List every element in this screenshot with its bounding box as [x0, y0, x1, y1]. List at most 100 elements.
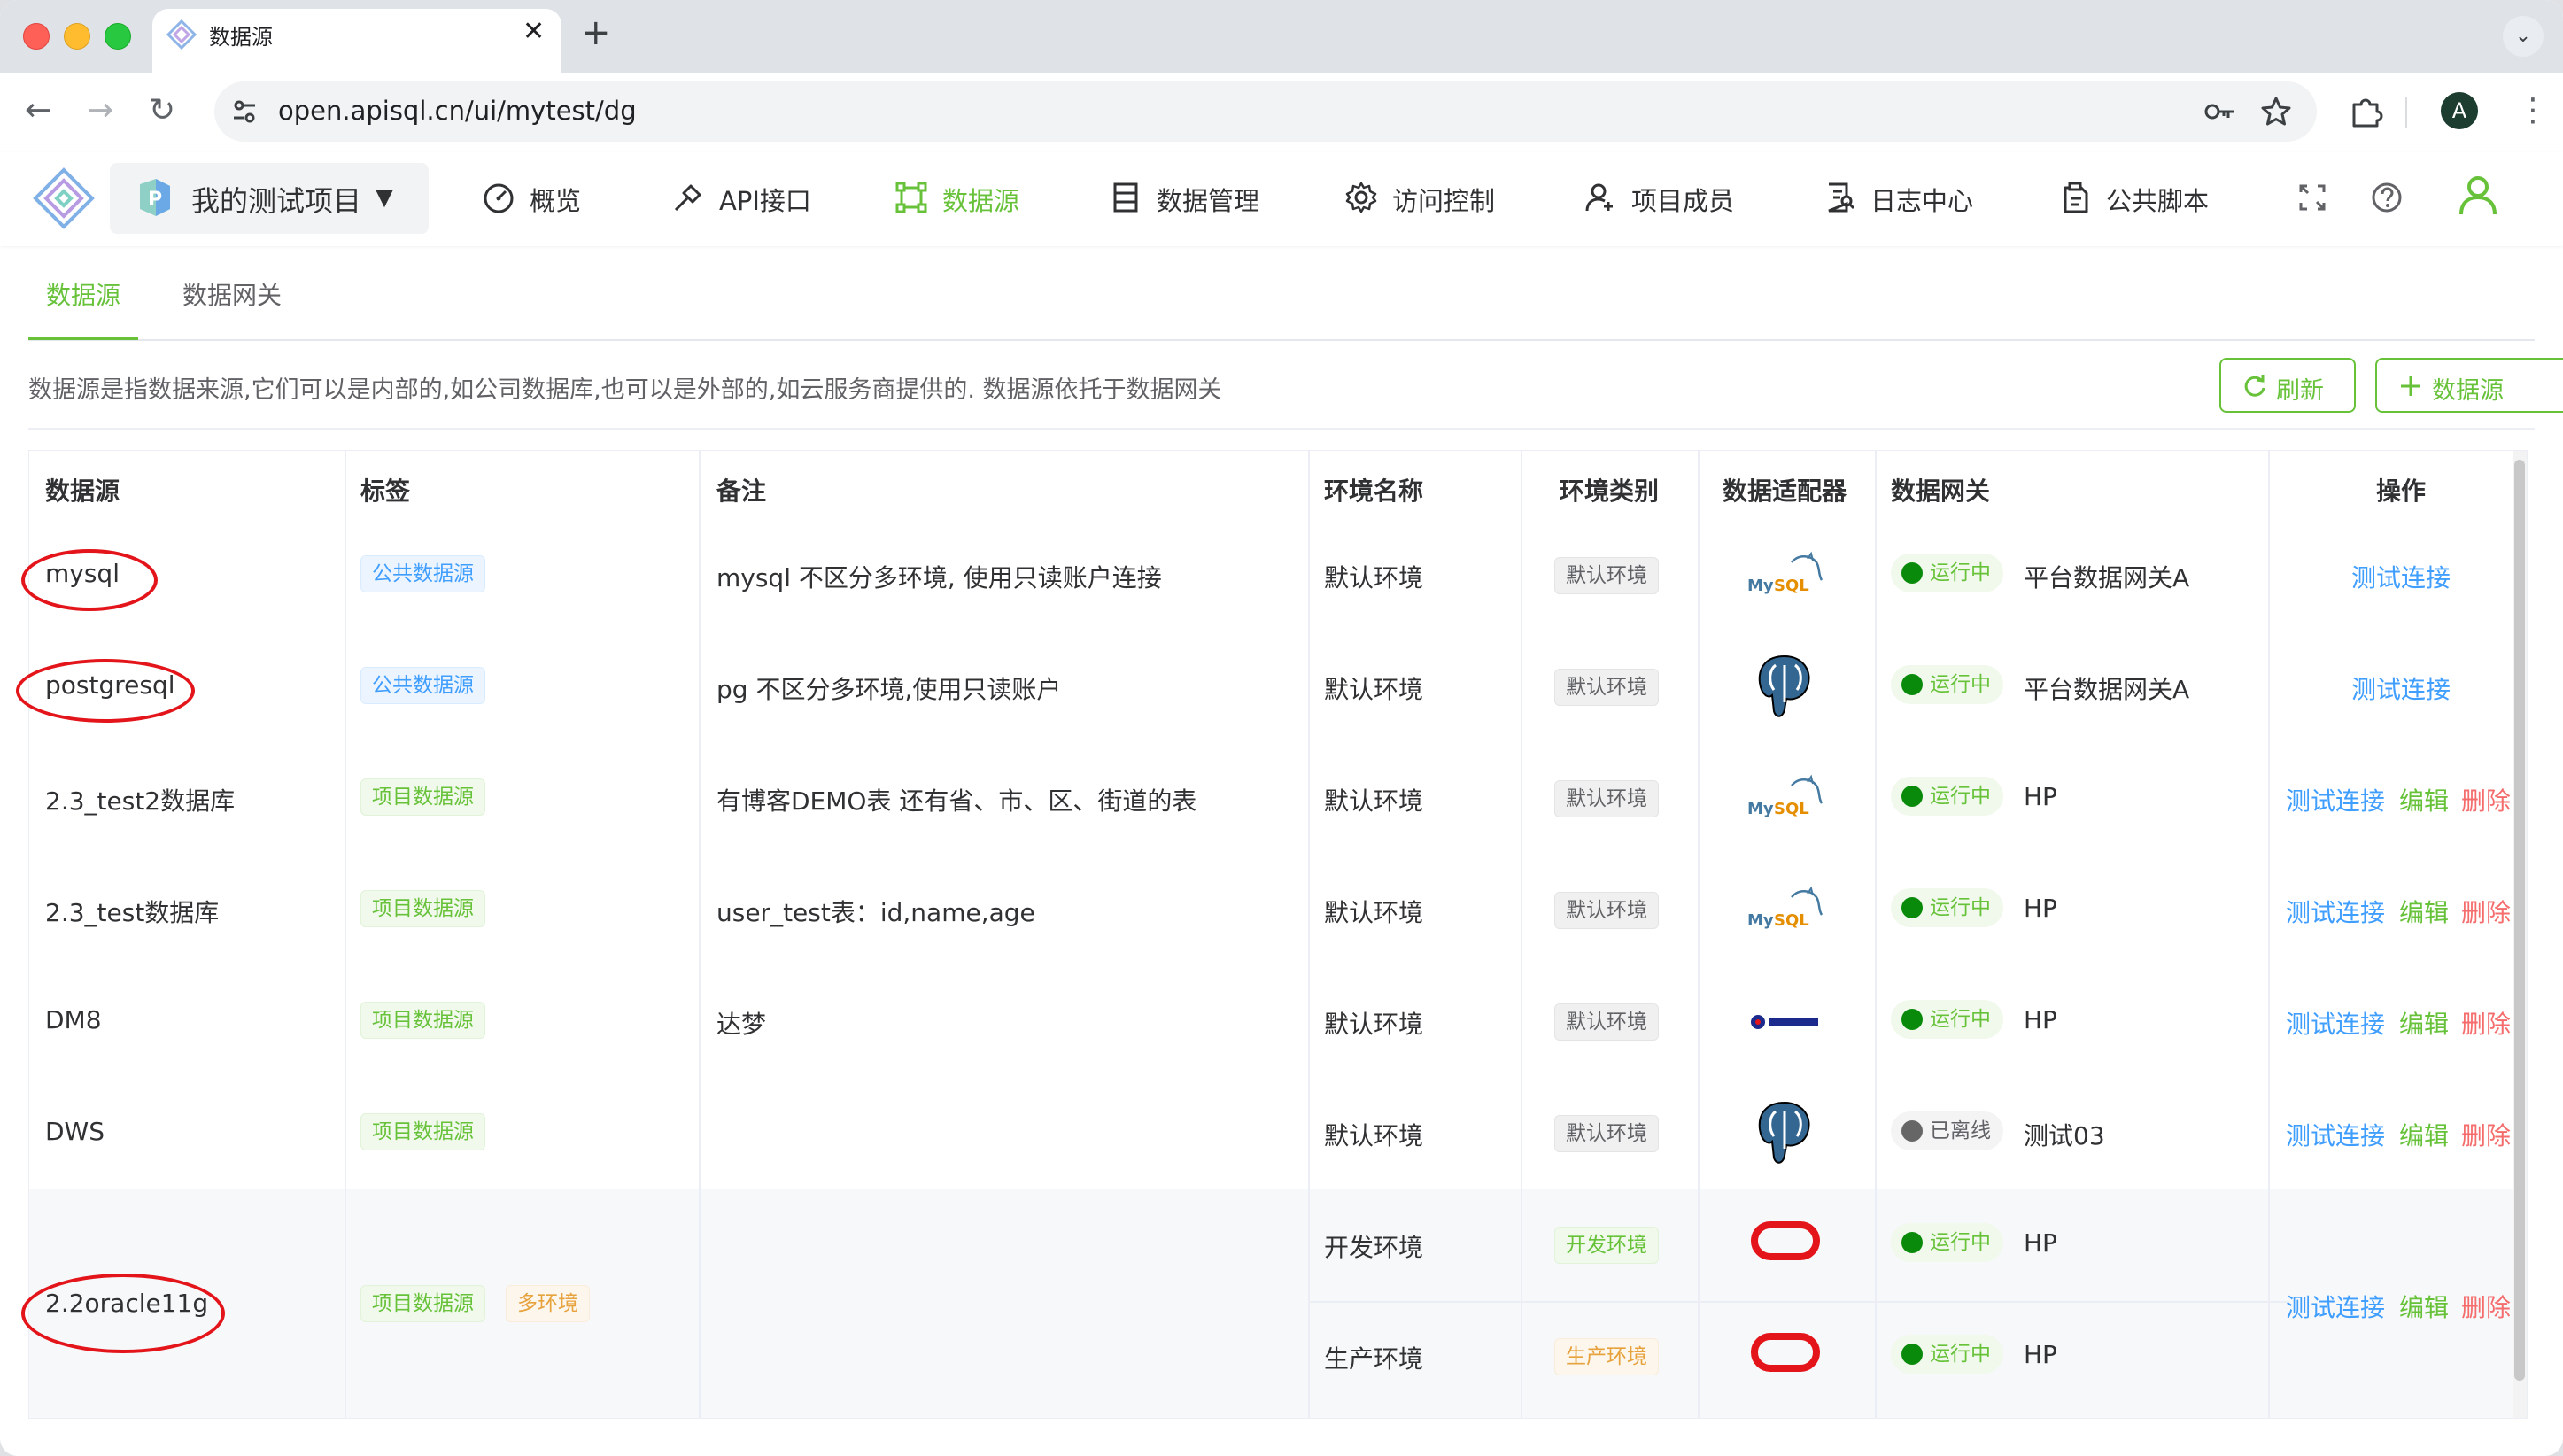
help-icon[interactable] — [2370, 181, 2404, 214]
maximize-window-button[interactable] — [105, 23, 131, 50]
test-connection-link[interactable]: 测试连接 — [2286, 1117, 2385, 1152]
datasource-table: 数据源 标签 备注 环境名称 环境类别 数据适配器 数据网关 操作 mysql … — [28, 450, 2528, 1419]
svg-text:P: P — [148, 189, 162, 211]
menu-logs-label: 日志中心 — [1870, 186, 1974, 216]
profile-avatar[interactable]: A — [2441, 92, 2478, 129]
env-type-tag: 默认环境 — [1554, 557, 1659, 594]
edit-link[interactable]: 编辑 — [2399, 782, 2449, 817]
forward-arrow-icon[interactable]: → — [87, 92, 113, 128]
test-connection-link[interactable]: 测试连接 — [2286, 782, 2385, 817]
refresh-button[interactable]: 刷新 — [2219, 358, 2356, 413]
datasource-name[interactable]: DM8 — [45, 1005, 102, 1034]
test-connection-link[interactable]: 测试连接 — [2351, 670, 2451, 706]
api-icon — [674, 184, 701, 212]
table-scrollbar-thumb[interactable] — [2514, 460, 2525, 1381]
tab-datasource[interactable]: 数据源 — [46, 276, 120, 312]
key-icon[interactable] — [2202, 94, 2237, 129]
tag-project: 项目数据源 — [360, 1002, 485, 1039]
toolbar-separator — [2405, 97, 2407, 128]
menu-data-manage-label: 数据管理 — [1157, 186, 1260, 216]
apisql-logo-icon[interactable] — [32, 167, 96, 230]
edit-link[interactable]: 编辑 — [2399, 1289, 2449, 1324]
member-icon — [1585, 183, 1613, 212]
menu-scripts-label: 公共脚本 — [2106, 186, 2210, 216]
tag-project: 项目数据源 — [360, 778, 485, 816]
project-icon: P — [140, 179, 170, 216]
env-name: 默认环境 — [1324, 898, 1424, 927]
annotation-ellipse-mysql — [21, 549, 158, 611]
site-info-icon[interactable] — [227, 94, 262, 129]
column-divider — [1875, 451, 1877, 1418]
datasource-name[interactable]: DWS — [45, 1117, 105, 1146]
add-datasource-button[interactable]: 数据源 — [2375, 358, 2563, 413]
env-name: 默认环境 — [1324, 675, 1424, 704]
test-connection-link[interactable]: 测试连接 — [2286, 1005, 2385, 1041]
gateway-status: 运行中 — [1891, 1223, 2003, 1262]
datasource-remark: 达梦 — [716, 1010, 767, 1039]
mysql-logo-icon: My SQL — [1747, 886, 1824, 930]
env-type-tag: 开发环境 — [1554, 1227, 1659, 1264]
delete-link[interactable]: 删除 — [2461, 1289, 2511, 1324]
description-divider — [28, 428, 2535, 430]
column-divider — [345, 451, 346, 1418]
fullscreen-icon[interactable] — [2296, 181, 2329, 214]
new-tab-button[interactable]: + — [581, 12, 611, 53]
close-window-button[interactable] — [23, 23, 50, 50]
delete-link[interactable]: 删除 — [2461, 1005, 2511, 1041]
menu-access-control-label: 访问控制 — [1392, 186, 1496, 216]
project-name: 我的测试项目 — [191, 184, 362, 218]
delete-link[interactable]: 删除 — [2461, 782, 2511, 817]
test-connection-link[interactable]: 测试连接 — [2286, 1289, 2385, 1324]
gateway-status: 运行中 — [1891, 888, 2003, 927]
tab-data-gateway[interactable]: 数据网关 — [182, 276, 282, 312]
back-arrow-icon[interactable]: ← — [25, 92, 51, 128]
edit-link[interactable]: 编辑 — [2399, 1117, 2449, 1152]
delete-link[interactable]: 删除 — [2461, 1117, 2511, 1152]
datasource-name[interactable]: 2.3_test数据库 — [45, 894, 219, 929]
postgresql-logo-icon — [1758, 1101, 1810, 1164]
annotation-ellipse-postgresql — [16, 659, 195, 723]
tag-public: 公共数据源 — [360, 555, 485, 592]
env-type-tag: 默认环境 — [1554, 1003, 1659, 1041]
star-icon[interactable] — [2258, 94, 2294, 129]
app-favicon-icon — [166, 19, 197, 50]
url-text[interactable]: open.apisql.cn/ui/mytest/dg — [278, 96, 637, 126]
datasource-name[interactable]: 2.3_test2数据库 — [45, 782, 235, 817]
chevron-down-icon[interactable]: ⌄ — [2503, 16, 2544, 57]
env-type-tag: 生产环境 — [1554, 1338, 1659, 1375]
more-menu-icon[interactable]: ⋮ — [2517, 92, 2549, 128]
menu-overview-label: 概览 — [530, 186, 582, 216]
env-name: 默认环境 — [1324, 1010, 1424, 1039]
reload-icon[interactable]: ↻ — [149, 92, 175, 128]
tag-public: 公共数据源 — [360, 667, 485, 704]
close-tab-icon[interactable]: ✕ — [523, 16, 545, 47]
edit-link[interactable]: 编辑 — [2399, 894, 2449, 929]
env-type-tag: 默认环境 — [1554, 892, 1659, 929]
tag-project: 项目数据源 — [360, 1113, 485, 1150]
extensions-icon[interactable] — [2347, 92, 2386, 131]
gateway-status: 运行中 — [1891, 554, 2003, 592]
tabs-divider — [28, 339, 2535, 341]
column-divider — [1521, 451, 1522, 1418]
edit-link[interactable]: 编辑 — [2399, 1005, 2449, 1041]
test-connection-link[interactable]: 测试连接 — [2351, 559, 2451, 594]
oracle-logo-icon — [1751, 1333, 1820, 1372]
minimize-window-button[interactable] — [64, 23, 90, 50]
svg-text:My: My — [1747, 800, 1774, 818]
menu-api-label: API接口 — [719, 186, 811, 216]
dashboard-icon — [484, 183, 514, 213]
test-connection-link[interactable]: 测试连接 — [2286, 894, 2385, 929]
delete-link[interactable]: 删除 — [2461, 894, 2511, 929]
user-icon[interactable] — [2457, 174, 2499, 216]
caret-down-icon[interactable]: ▼ — [376, 184, 393, 211]
gear-icon — [1345, 182, 1377, 213]
gateway-status: 运行中 — [1891, 665, 2003, 704]
gateway-name: 平台数据网关A — [2024, 675, 2190, 704]
gateway-name: HP — [2024, 1005, 2057, 1034]
env-name: 默认环境 — [1324, 1121, 1424, 1150]
plus-icon — [2401, 376, 2420, 396]
tag-multi-env: 多环境 — [506, 1285, 590, 1322]
annotation-ellipse-oracle — [21, 1274, 225, 1353]
env-name: 开发环境 — [1324, 1233, 1424, 1262]
add-datasource-label: 数据源 — [2432, 377, 2504, 405]
